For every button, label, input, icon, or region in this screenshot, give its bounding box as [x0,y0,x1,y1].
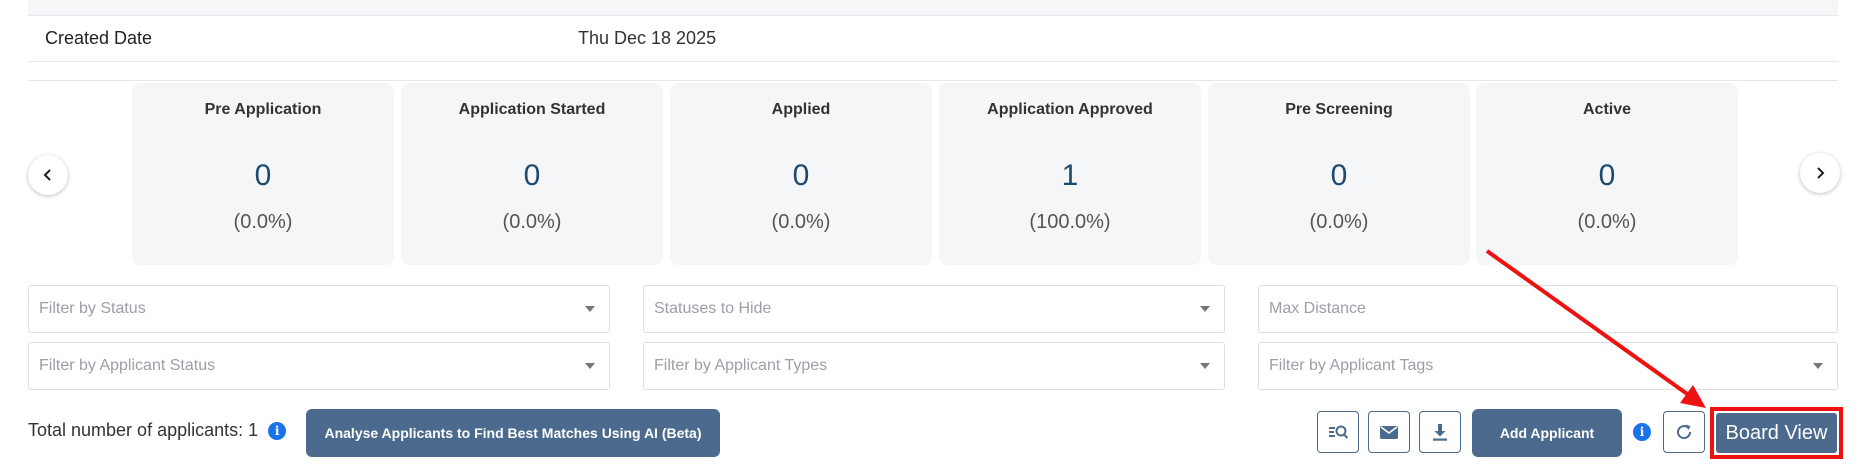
card-title: Pre Application [204,101,322,118]
card-percent: (0.0%) [1577,211,1637,233]
created-date-label: Created Date [45,28,153,48]
pipeline-card-application-approved[interactable]: Application Approved 1 (100.0%) [939,83,1201,265]
card-title: Applied [771,101,831,118]
card-count: 0 [523,159,541,192]
refresh-icon [1677,424,1692,440]
created-date-row: Created Date Thu Dec 18 2025 [28,16,1838,62]
total-applicants-label: Total number of applicants: 1 [28,420,259,440]
pipeline-card-pre-screening[interactable]: Pre Screening 0 (0.0%) [1208,83,1470,265]
divider [28,80,1838,81]
card-count: 0 [254,159,272,192]
max-distance-placeholder: Max Distance [1269,300,1366,317]
info-icon[interactable]: i [268,421,287,440]
card-count: 0 [792,159,810,192]
dropdown-caret-icon [585,363,595,369]
card-percent: (0.0%) [502,211,562,233]
search-list-button[interactable] [1317,411,1359,453]
card-count: 0 [1330,159,1348,192]
card-title: Active [1582,101,1632,118]
chevron-right-icon [1817,167,1825,179]
card-percent: (0.0%) [233,211,293,233]
created-date-value: Thu Dec 18 2025 [578,28,717,48]
chevron-left-icon [43,169,51,181]
total-applicants: Total number of applicants: 1 i [28,420,287,441]
pipeline-card-active[interactable]: Active 0 (0.0%) [1476,83,1738,265]
filter-applicant-tags-placeholder: Filter by Applicant Tags [1269,357,1434,374]
carousel-prev-button[interactable] [28,155,68,195]
pipeline-card-application-started[interactable]: Application Started 0 (0.0%) [401,83,663,265]
max-distance-input[interactable]: Max Distance [1258,285,1838,333]
carousel-next-button[interactable] [1800,153,1840,193]
filter-applicant-tags-select[interactable]: Filter by Applicant Tags [1258,342,1838,390]
filter-applicant-status-placeholder: Filter by Applicant Status [39,357,216,374]
download-button[interactable] [1419,411,1461,453]
card-title: Application Approved [987,101,1153,118]
top-strip [28,0,1838,16]
refresh-button[interactable] [1663,411,1705,453]
info-icon[interactable]: i [1633,423,1651,441]
statuses-to-hide-select[interactable]: Statuses to Hide [643,285,1225,333]
pipeline-card-pre-application[interactable]: Pre Application 0 (0.0%) [132,83,394,265]
statuses-to-hide-placeholder: Statuses to Hide [654,300,772,317]
card-percent: (100.0%) [1029,211,1111,233]
search-list-icon [1329,425,1349,439]
card-percent: (0.0%) [771,211,831,233]
email-button[interactable] [1368,411,1410,453]
dropdown-caret-icon [1200,363,1210,369]
filter-status-placeholder: Filter by Status [39,300,146,317]
download-icon [1433,424,1447,441]
card-title: Application Started [458,101,606,118]
analyse-applicants-button[interactable]: Analyse Applicants to Find Best Matches … [306,409,720,457]
filter-applicant-types-placeholder: Filter by Applicant Types [654,357,828,374]
card-count: 0 [1598,159,1616,192]
card-percent: (0.0%) [1309,211,1369,233]
filter-applicant-status-select[interactable]: Filter by Applicant Status [28,342,610,390]
mail-icon [1380,426,1398,439]
add-applicant-button[interactable]: Add Applicant [1472,409,1622,457]
filter-applicant-types-select[interactable]: Filter by Applicant Types [643,342,1225,390]
pipeline-card-applied[interactable]: Applied 0 (0.0%) [670,83,932,265]
dropdown-caret-icon [1200,306,1210,312]
dropdown-caret-icon [585,306,595,312]
dropdown-caret-icon [1813,363,1823,369]
board-view-highlight: Board View [1710,407,1843,459]
filter-status-select[interactable]: Filter by Status [28,285,610,333]
card-count: 1 [1061,159,1079,192]
board-view-button[interactable]: Board View [1716,413,1837,453]
card-title: Pre Screening [1285,101,1393,118]
